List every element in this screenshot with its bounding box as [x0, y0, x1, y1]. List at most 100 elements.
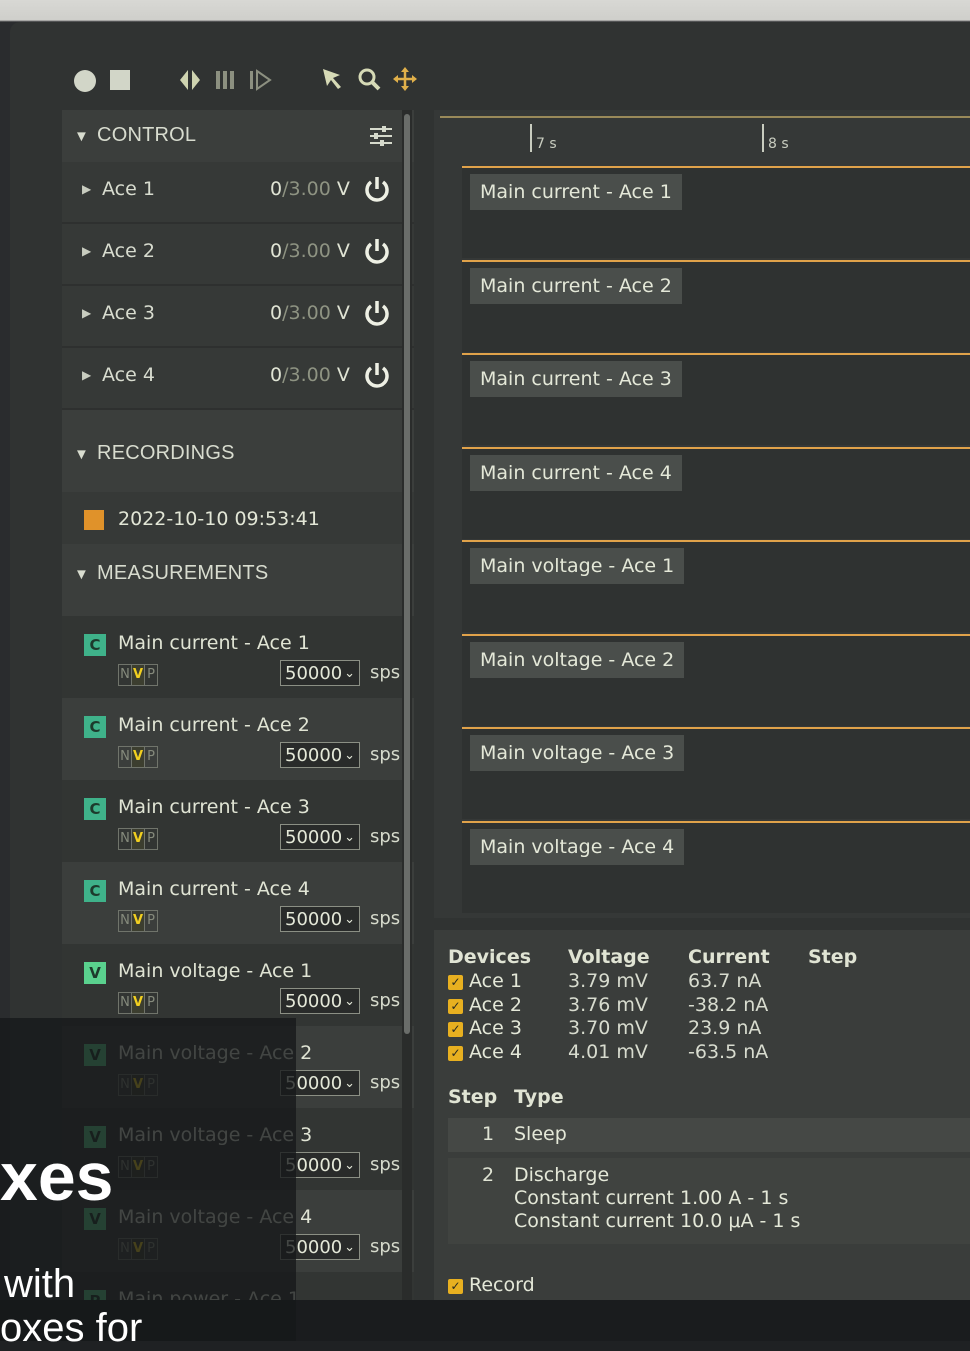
step-detail: Constant current 1.00 A - 1 s: [514, 1187, 789, 1209]
trace-line: [462, 353, 970, 355]
nvp-n[interactable]: N: [119, 747, 132, 767]
sps-unit: sps: [370, 1236, 401, 1257]
current-value: 63.7 nA: [688, 970, 762, 992]
waveform-view[interactable]: 7 s 8 s Main current - Ace 1 Main current…: [434, 110, 970, 918]
settings-sliders-icon[interactable]: [368, 124, 394, 148]
nvp-v[interactable]: V: [132, 665, 145, 685]
device-row-ace-1[interactable]: ▶ Ace 1 0/3.00 V: [62, 162, 414, 224]
signal-trace[interactable]: Main voltage - Ace 2: [462, 634, 970, 726]
sample-rate-select[interactable]: 50000 ⌄: [280, 824, 360, 850]
nvp-toggle[interactable]: NVP: [118, 828, 158, 850]
steps-step-header: Step: [448, 1086, 498, 1108]
power-icon[interactable]: [362, 174, 392, 204]
signal-trace[interactable]: Main voltage - Ace 4: [462, 821, 970, 913]
measurement-item[interactable]: C Main current - Ace 1 N V P 50000 ⌄ sps: [62, 616, 414, 698]
columns-icon[interactable]: [214, 68, 238, 92]
power-icon[interactable]: [362, 236, 392, 266]
power-icon[interactable]: [362, 298, 392, 328]
checkbox-checked-icon[interactable]: ✓: [448, 1046, 463, 1061]
nvp-toggle[interactable]: NVP: [118, 746, 158, 768]
nvp-toggle[interactable]: NVP: [118, 664, 158, 686]
sample-rate-select[interactable]: 50000 ⌄: [280, 742, 360, 768]
expand-icon[interactable]: ▶: [82, 244, 91, 258]
signal-trace[interactable]: Main current - Ace 4: [462, 447, 970, 539]
nvp-n[interactable]: N: [119, 665, 132, 685]
pan-icon[interactable]: [392, 66, 418, 92]
measurement-type-badge: V: [84, 962, 106, 984]
recording-item[interactable]: 2022-10-10 09:53:41: [62, 492, 414, 544]
control-section-header[interactable]: ▼ CONTROL: [74, 124, 196, 147]
expand-icon[interactable]: ▶: [82, 306, 91, 320]
sample-rate-select[interactable]: 50000 ⌄: [280, 906, 360, 932]
signal-trace[interactable]: Main current - Ace 3: [462, 353, 970, 445]
time-ruler[interactable]: 7 s 8 s: [462, 124, 970, 162]
chevron-down-icon: ⌄: [344, 1158, 355, 1173]
sample-rate-select[interactable]: 50000 ⌄: [280, 988, 360, 1014]
device-row-ace-3[interactable]: ▶ Ace 3 0/3.00 V: [62, 286, 414, 348]
signal-trace[interactable]: Main voltage - Ace 1: [462, 540, 970, 632]
measurements-section-header[interactable]: ▼ MEASUREMENTS: [74, 562, 268, 585]
measurement-type-badge: C: [84, 716, 106, 738]
device-row-ace-4[interactable]: ▶ Ace 4 0/3.00 V: [62, 348, 414, 410]
signal-trace[interactable]: Main voltage - Ace 3: [462, 727, 970, 819]
step-row-1[interactable]: 1 Sleep: [448, 1118, 970, 1152]
sidebar-scrollbar[interactable]: [402, 110, 412, 1300]
nvp-p[interactable]: P: [145, 829, 157, 849]
nvp-p[interactable]: P: [145, 993, 157, 1013]
nvp-n[interactable]: N: [119, 993, 132, 1013]
trace-label: Main current - Ace 1: [470, 174, 682, 210]
recordings-section-header[interactable]: ▼ RECORDINGS: [74, 442, 235, 465]
device-checkbox-row[interactable]: ✓ Ace 2: [448, 994, 522, 1018]
step-row-2[interactable]: 2 Discharge Constant current 1.00 A - 1 …: [448, 1158, 970, 1244]
sps-unit: sps: [370, 908, 401, 929]
nvp-p[interactable]: P: [145, 747, 157, 767]
device-checkbox-row[interactable]: ✓ Ace 3: [448, 1017, 522, 1041]
chevron-down-icon: ⌄: [344, 666, 355, 681]
pointer-icon[interactable]: [320, 66, 346, 92]
measurement-name: Main current - Ace 2: [118, 714, 310, 736]
nvp-p[interactable]: P: [145, 911, 157, 931]
nvp-toggle[interactable]: NVP: [118, 910, 158, 932]
record-icon[interactable]: [74, 70, 96, 92]
nvp-n[interactable]: N: [119, 911, 132, 931]
split-icon[interactable]: [178, 68, 202, 92]
nvp-toggle[interactable]: NVP: [118, 992, 158, 1014]
record-label: Record: [469, 1274, 535, 1296]
nvp-v[interactable]: V: [132, 829, 145, 849]
measurement-item[interactable]: C Main current - Ace 2 N V P 50000 ⌄ sps: [62, 698, 414, 780]
expand-icon[interactable]: ▶: [82, 182, 91, 196]
collapse-icon: ▼: [74, 446, 90, 463]
checkbox-checked-icon[interactable]: ✓: [448, 1279, 463, 1294]
nvp-v[interactable]: V: [132, 993, 145, 1013]
checkbox-checked-icon[interactable]: ✓: [448, 999, 463, 1014]
signal-trace[interactable]: Main current - Ace 2: [462, 260, 970, 352]
device-checkbox-row[interactable]: ✓ Ace 4: [448, 1041, 522, 1065]
power-icon[interactable]: [362, 360, 392, 390]
stop-icon[interactable]: [110, 70, 130, 90]
expand-icon[interactable]: ▶: [82, 368, 91, 382]
checkbox-checked-icon[interactable]: ✓: [448, 1022, 463, 1037]
device-row-ace-2[interactable]: ▶ Ace 2 0/3.00 V: [62, 224, 414, 286]
trace-line: [462, 634, 970, 636]
trace-label: Main voltage - Ace 2: [470, 642, 685, 678]
nvp-v[interactable]: V: [132, 911, 145, 931]
voltage-readout: 0/3.00 V: [270, 364, 350, 386]
nvp-p[interactable]: P: [145, 665, 157, 685]
nvp-n[interactable]: N: [119, 829, 132, 849]
signal-trace[interactable]: Main current - Ace 1: [462, 166, 970, 258]
device-name: Ace 4: [102, 364, 155, 386]
zoom-icon[interactable]: [356, 66, 382, 92]
measurement-item[interactable]: C Main current - Ace 3 N V P 50000 ⌄ sps: [62, 780, 414, 862]
scrollbar-thumb[interactable]: [404, 114, 410, 1034]
voltage-value: 3.76 mV: [568, 994, 648, 1016]
measurement-item[interactable]: V Main voltage - Ace 1 N V P 50000 ⌄ sps: [62, 944, 414, 1026]
record-checkbox[interactable]: ✓ Record: [448, 1274, 535, 1298]
sps-unit: sps: [370, 1154, 401, 1175]
nvp-v[interactable]: V: [132, 747, 145, 767]
step-forward-icon[interactable]: [248, 68, 274, 92]
measurement-item[interactable]: C Main current - Ace 4 N V P 50000 ⌄ sps: [62, 862, 414, 944]
checkbox-checked-icon[interactable]: ✓: [448, 975, 463, 990]
device-checkbox-row[interactable]: ✓ Ace 1: [448, 970, 522, 994]
sample-rate-select[interactable]: 50000 ⌄: [280, 660, 360, 686]
measurements-title: MEASUREMENTS: [97, 562, 269, 584]
